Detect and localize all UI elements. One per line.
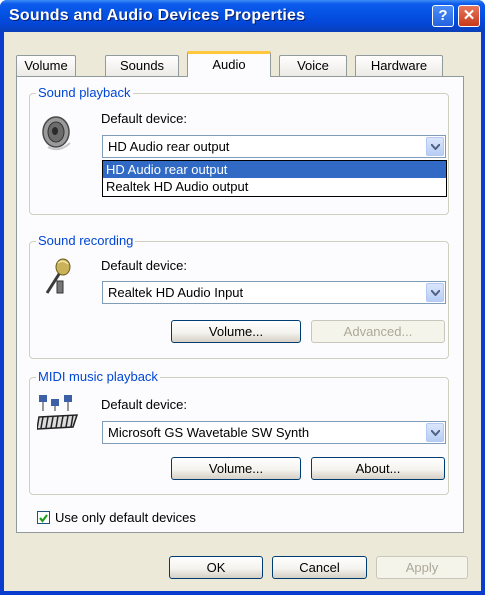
recording-device-value: Realtek HD Audio Input <box>108 285 244 300</box>
use-default-devices-checkbox[interactable] <box>37 511 50 524</box>
audio-tab-panel: Sound playback Default device: HD Audio … <box>16 76 464 533</box>
close-button[interactable]: ✕ <box>458 5 480 27</box>
apply-button[interactable]: Apply <box>376 556 468 579</box>
dialog-body: Volume Sounds Audio Voice Hardware Sound… <box>4 32 481 591</box>
tab-voice[interactable]: Voice <box>279 55 347 76</box>
playback-dropdown-list: HD Audio rear output Realtek HD Audio ou… <box>102 160 447 197</box>
playback-device-label: Default device: <box>101 111 187 126</box>
title-bar[interactable]: Sounds and Audio Devices Properties ? ✕ <box>0 0 485 32</box>
check-mark-icon <box>39 514 48 523</box>
sound-recording-label: Sound recording <box>36 233 136 248</box>
dropdown-option[interactable]: Realtek HD Audio output <box>103 178 446 195</box>
dropdown-option[interactable]: HD Audio rear output <box>103 161 446 178</box>
chevron-down-icon <box>431 144 440 150</box>
cancel-button[interactable]: Cancel <box>272 556 367 579</box>
midi-playback-label: MIDI music playback <box>36 369 160 384</box>
recording-advanced-button[interactable]: Advanced... <box>311 320 445 343</box>
recording-device-select[interactable]: Realtek HD Audio Input <box>102 281 446 304</box>
midi-device-select[interactable]: Microsoft GS Wavetable SW Synth <box>102 421 446 444</box>
use-default-devices-label[interactable]: Use only default devices <box>55 510 196 525</box>
midi-device-value: Microsoft GS Wavetable SW Synth <box>108 425 310 440</box>
sound-playback-label: Sound playback <box>36 85 133 100</box>
window-title: Sounds and Audio Devices Properties <box>9 7 306 24</box>
tab-volume[interactable]: Volume <box>16 55 76 76</box>
playback-dropdown-button[interactable] <box>426 137 444 156</box>
midi-device-label: Default device: <box>101 397 187 412</box>
ok-button[interactable]: OK <box>169 556 263 579</box>
recording-dropdown-button[interactable] <box>426 283 444 302</box>
playback-device-select[interactable]: HD Audio rear output <box>102 135 446 158</box>
midi-keyboard-icon <box>37 395 79 430</box>
midi-about-button[interactable]: About... <box>311 457 445 480</box>
recording-device-label: Default device: <box>101 258 187 273</box>
chevron-down-icon <box>431 290 440 296</box>
dialog-window: Sounds and Audio Devices Properties ? ✕ … <box>0 0 485 595</box>
tab-sounds[interactable]: Sounds <box>105 55 179 76</box>
midi-volume-button[interactable]: Volume... <box>171 457 301 480</box>
tab-audio[interactable]: Audio <box>187 51 271 77</box>
midi-dropdown-button[interactable] <box>426 423 444 442</box>
playback-device-value: HD Audio rear output <box>108 139 230 154</box>
microphone-icon <box>45 258 71 294</box>
speaker-icon <box>42 116 71 151</box>
help-button[interactable]: ? <box>432 5 454 27</box>
tab-hardware[interactable]: Hardware <box>355 55 443 76</box>
recording-volume-button[interactable]: Volume... <box>171 320 301 343</box>
chevron-down-icon <box>431 430 440 436</box>
